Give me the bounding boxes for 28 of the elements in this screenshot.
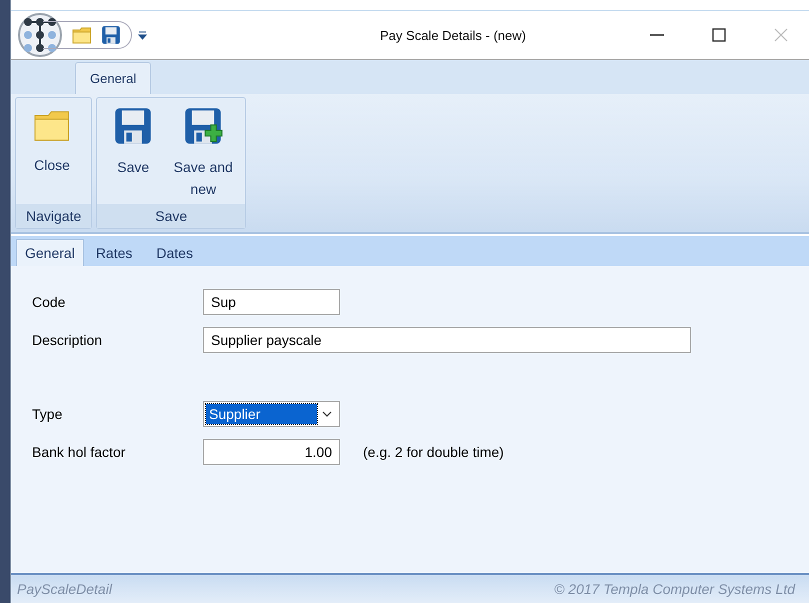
save-icon[interactable] [113, 106, 154, 146]
ribbon-button[interactable]: Save and new [165, 102, 242, 204]
tab[interactable]: Dates [144, 240, 205, 266]
save-icon[interactable] [101, 25, 121, 45]
ribbon-button[interactable]: Save [101, 102, 166, 204]
app-logo-icon[interactable] [17, 12, 63, 58]
dropdown-caret-icon[interactable] [138, 30, 147, 40]
tab[interactable]: Rates [84, 240, 144, 266]
tab[interactable]: General [16, 239, 84, 266]
input-field[interactable]: 1.00 [203, 439, 340, 465]
hint-text: (e.g. 2 for double time) [363, 444, 504, 460]
input-field[interactable]: Sup [203, 289, 340, 315]
ribbon-tab[interactable]: General [75, 62, 152, 94]
maximize-icon[interactable] [711, 27, 727, 43]
window-title: Pay Scale Details - (new) [379, 28, 527, 42]
group-label: Navigate [16, 204, 92, 228]
input-field[interactable]: Supplier payscale [203, 327, 691, 353]
save-new-icon[interactable] [183, 106, 224, 146]
field-label: Type [32, 406, 64, 422]
group-label: Save [97, 204, 246, 228]
field-label: Bank hol factor [32, 444, 126, 460]
ribbon-button[interactable]: Close [20, 102, 84, 204]
field-label: Description [32, 332, 104, 348]
field-label: Code [32, 294, 66, 310]
dropdown[interactable]: Supplier [203, 401, 340, 427]
copyright-text: © 2017 Templa Computer Systems Ltd [554, 581, 795, 597]
status-text: PayScaleDetail [17, 581, 112, 597]
chevron-down-icon [322, 411, 332, 417]
